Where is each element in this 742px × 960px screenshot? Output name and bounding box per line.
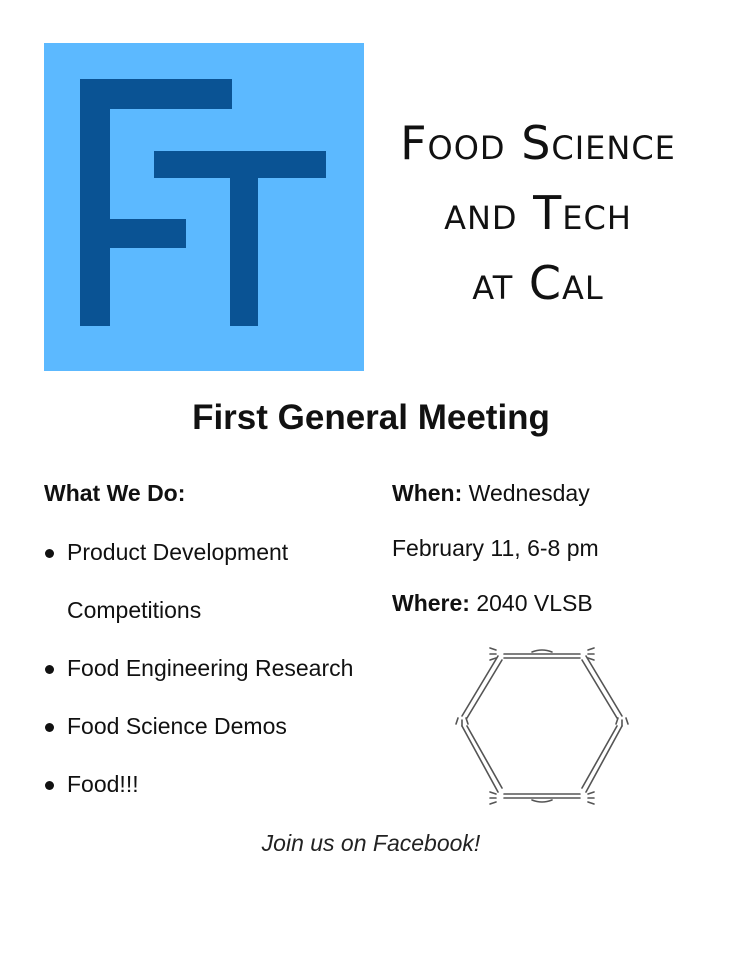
- ft-logo-icon: [80, 79, 326, 326]
- list-item: Food Engineering Research: [44, 639, 367, 697]
- when-value: Wednesday: [468, 480, 590, 506]
- club-name-line-3: at Cal: [472, 256, 604, 310]
- bullet-icon: [45, 549, 54, 558]
- club-name: Food Science and Tech at Cal: [368, 108, 708, 318]
- club-name-line-1: Food Science: [400, 116, 676, 170]
- cutlery-hexagon-icon: [452, 646, 632, 810]
- club-logo: [44, 43, 364, 371]
- activity-label: Food!!!: [67, 771, 139, 797]
- list-item: Food!!!: [44, 755, 367, 813]
- where-value: 2040 VLSB: [476, 590, 593, 616]
- when-label: When:: [392, 480, 463, 506]
- where-line: Where: 2040 VLSB: [392, 590, 593, 617]
- when-date-line: February 11, 6-8 pm: [392, 535, 599, 561]
- where-label: Where:: [392, 590, 470, 616]
- activities-list: Product Development Competitions Food En…: [44, 538, 367, 813]
- bullet-icon: [45, 665, 54, 674]
- bullet-icon: [45, 723, 54, 732]
- list-item: Food Science Demos: [44, 697, 367, 755]
- facebook-note: Join us on Facebook!: [261, 830, 481, 856]
- bullet-icon: [45, 781, 54, 790]
- when-line: When: Wednesday: [392, 480, 590, 507]
- list-item: Product Development Competitions: [44, 523, 367, 639]
- what-we-do-heading: What We Do:: [44, 480, 186, 506]
- activity-label: Food Science Demos: [67, 713, 287, 739]
- meeting-title: First General Meeting: [192, 398, 550, 437]
- club-name-line-2: and Tech: [444, 186, 632, 240]
- activity-label: Product Development Competitions: [67, 539, 289, 623]
- activity-label: Food Engineering Research: [67, 655, 354, 681]
